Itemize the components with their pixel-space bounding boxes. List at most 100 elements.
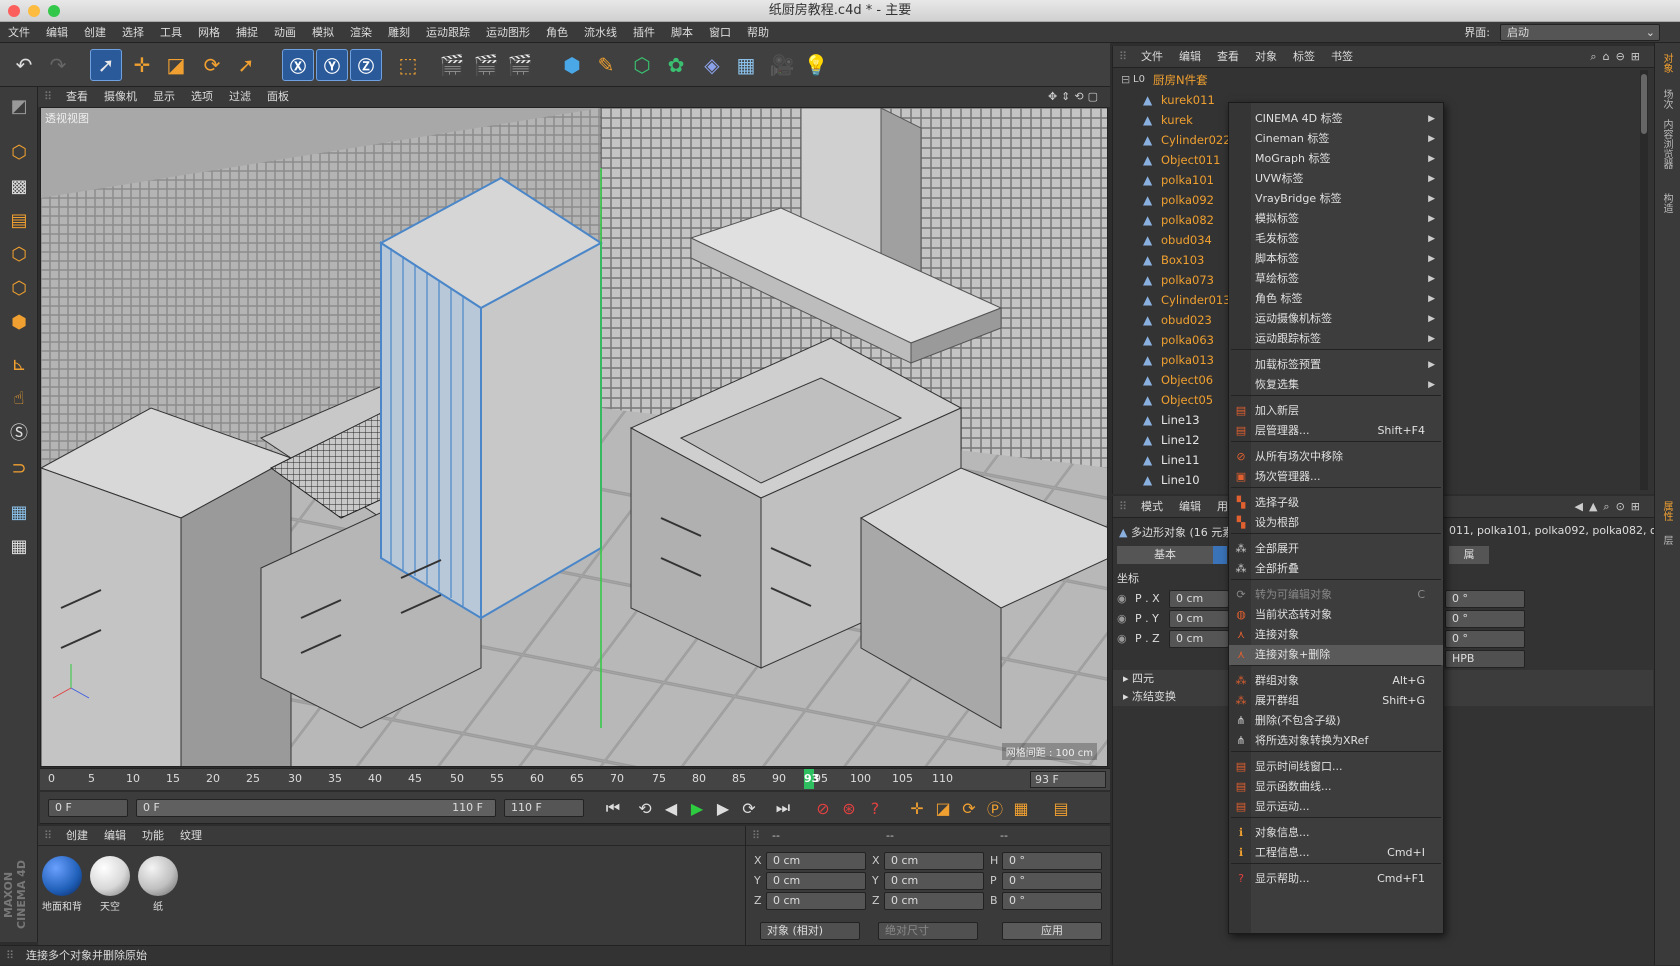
objmgr-menu-edit[interactable]: 编辑 [1171,46,1209,68]
tab-more[interactable]: 属 [1449,546,1489,564]
viewport-nav-icons[interactable]: ✥⇕⟲▢ [1048,87,1102,107]
model-mode-icon[interactable]: ⬡ [4,137,34,167]
size-x-field[interactable]: 0 cm [884,852,984,870]
context-menu-item[interactable]: Cineman 标签 ▶ [1229,129,1443,149]
radio-icon[interactable]: ◉ [1117,592,1127,605]
context-menu-item[interactable]: ⊘ 从所有场次中移除 [1229,447,1443,467]
attr-py-field[interactable]: 0 cm [1169,610,1229,628]
3d-viewport[interactable]: 透视视图 网格间距 : 100 cm [40,107,1108,767]
menu-pipeline[interactable]: 流水线 [576,22,625,43]
material-menu-create[interactable]: 创建 [58,826,96,846]
size-mode-select[interactable]: 绝对尺寸 [878,922,978,940]
menu-plugins[interactable]: 插件 [625,22,663,43]
redo-icon[interactable]: ↷ [42,49,74,81]
render-settings-icon[interactable]: 🎬 [504,49,536,81]
context-menu-item[interactable]: ⋔ 将所选对象转换为XRef [1229,731,1443,751]
context-menu-item[interactable]: ⁂ 全部折叠 [1229,559,1443,579]
render-picture-viewer-icon[interactable]: 🎬 [470,49,502,81]
tab-coords-active[interactable] [1213,546,1227,564]
tweak-mode-icon[interactable]: ☝ [4,383,34,413]
minimize-window-button[interactable] [28,5,40,17]
material-swatch[interactable]: 天空 [88,856,132,913]
objmgr-scroll-thumb[interactable] [1641,74,1647,134]
deformer-icon[interactable]: ◈ [696,49,728,81]
rot-h-field[interactable]: 0 ° [1002,852,1102,870]
context-menu-item[interactable]: ℹ 工程信息... Cmd+I [1229,843,1443,863]
goto-start-icon[interactable]: ⏮ [600,796,626,820]
context-menu-item[interactable]: ▤ 层管理器... Shift+F4 [1229,421,1443,441]
undo-icon[interactable]: ↶ [8,49,40,81]
menu-create[interactable]: 创建 [76,22,114,43]
cube-icon[interactable]: ⬢ [556,49,588,81]
edges-mode-icon[interactable]: ⬡ [4,273,34,303]
key-rotation-icon[interactable]: ⟳ [956,796,982,820]
start-frame-field[interactable]: 0 F [48,799,128,817]
context-menu-item[interactable]: 运动跟踪标签 ▶ [1229,329,1443,349]
camera-icon[interactable]: 🎥 [766,49,798,81]
menu-snap[interactable]: 捕捉 [228,22,266,43]
context-menu-item[interactable]: ⁂ 全部展开 [1229,539,1443,559]
menu-tools[interactable]: 工具 [152,22,190,43]
menu-window[interactable]: 窗口 [701,22,739,43]
floor-icon[interactable]: ▦ [730,49,762,81]
context-menu-item[interactable]: 加载标签预置 ▶ [1229,355,1443,375]
subdivision-surface-icon[interactable]: ⬡ [626,49,658,81]
tab-attributes[interactable]: 属性 [1659,501,1674,521]
record-keys-icon[interactable]: ⊘ [810,796,836,820]
tab-layers[interactable]: 层 [1659,535,1674,545]
texture-mode-icon[interactable]: ▩ [4,171,34,201]
magnet-icon[interactable]: ⊃ [4,453,34,483]
context-menu-item[interactable]: 脚本标签 ▶ [1229,249,1443,269]
context-menu-item[interactable]: 模拟标签 ▶ [1229,209,1443,229]
rot-b-field[interactable]: 0 ° [1002,892,1102,910]
viewport-menu-view[interactable]: 查看 [58,87,96,107]
context-menu-item[interactable]: 角色 标签 ▶ [1229,289,1443,309]
context-menu-item[interactable]: ⋔ 删除(不包含子级) [1229,711,1443,731]
y-axis-lock-icon[interactable]: Ⓨ [316,49,348,81]
pen-spline-icon[interactable]: ✎ [590,49,622,81]
radio-icon[interactable]: ◉ [1117,632,1127,645]
recent-tool-icon[interactable]: ➚ [230,49,262,81]
workplane-mode-icon[interactable]: ▤ [4,205,34,235]
current-frame-field[interactable]: 93 F [1030,771,1106,788]
close-window-button[interactable] [8,5,20,17]
menu-simulate[interactable]: 模拟 [304,22,342,43]
polygons-mode-icon[interactable]: ⬢ [4,307,34,337]
search-icon[interactable]: ⌕⌂⊖⊞ [1590,46,1646,68]
context-menu-item[interactable]: ▚ 设为根部 [1229,513,1443,533]
menu-motion-tracking[interactable]: 运动跟踪 [418,22,478,43]
context-menu-item[interactable]: ? 显示帮助... Cmd+F1 [1229,869,1443,889]
attr-nav-icons[interactable]: ◀▲⌕⊙⊞ [1574,496,1646,518]
context-menu-item[interactable]: 毛发标签 ▶ [1229,229,1443,249]
context-menu-item[interactable]: ⁂ 群组对象 Alt+G [1229,671,1443,691]
attr-rh-field[interactable]: 0 ° [1445,590,1525,608]
size-y-field[interactable]: 0 cm [884,872,984,890]
viewport-menu-filter[interactable]: 过滤 [221,87,259,107]
menu-animate[interactable]: 动画 [266,22,304,43]
frame-range-slider[interactable]: 0 F 110 F [136,799,496,817]
context-menu-item[interactable]: 运动摄像机标签 ▶ [1229,309,1443,329]
pos-y-field[interactable]: 0 cm [766,872,866,890]
context-menu-item[interactable]: ▤ 显示函数曲线... [1229,777,1443,797]
context-menu-item[interactable]: ⋏ 连接对象 [1229,625,1443,645]
viewport-menu-cameras[interactable]: 摄像机 [96,87,145,107]
tab-content-browser[interactable]: 内容浏览器 [1659,119,1674,169]
context-menu-item[interactable]: ▤ 显示时间线窗口... [1229,757,1443,777]
context-menu-item[interactable]: VrayBridge 标签 ▶ [1229,189,1443,209]
menu-edit[interactable]: 编辑 [38,22,76,43]
size-z-field[interactable]: 0 cm [884,892,984,910]
context-menu-item[interactable]: ⟳ 转为可编辑对象 C [1229,585,1443,605]
prev-frame-icon[interactable]: ◀ [658,796,684,820]
context-menu-item[interactable]: ◍ 当前状态转对象 [1229,605,1443,625]
material-menu-edit[interactable]: 编辑 [96,826,134,846]
context-menu-item[interactable]: ℹ 对象信息... [1229,823,1443,843]
key-position-icon[interactable]: ✛ [904,796,930,820]
x-axis-lock-icon[interactable]: Ⓧ [282,49,314,81]
tab-takes[interactable]: 场次 [1659,89,1674,109]
objmgr-scrollbar[interactable] [1640,70,1648,490]
menu-help[interactable]: 帮助 [739,22,777,43]
objmgr-menu-objects[interactable]: 对象 [1247,46,1285,68]
goto-end-icon[interactable]: ⏭ [770,796,796,820]
attr-rb-field[interactable]: 0 ° [1445,630,1525,648]
menu-select[interactable]: 选择 [114,22,152,43]
